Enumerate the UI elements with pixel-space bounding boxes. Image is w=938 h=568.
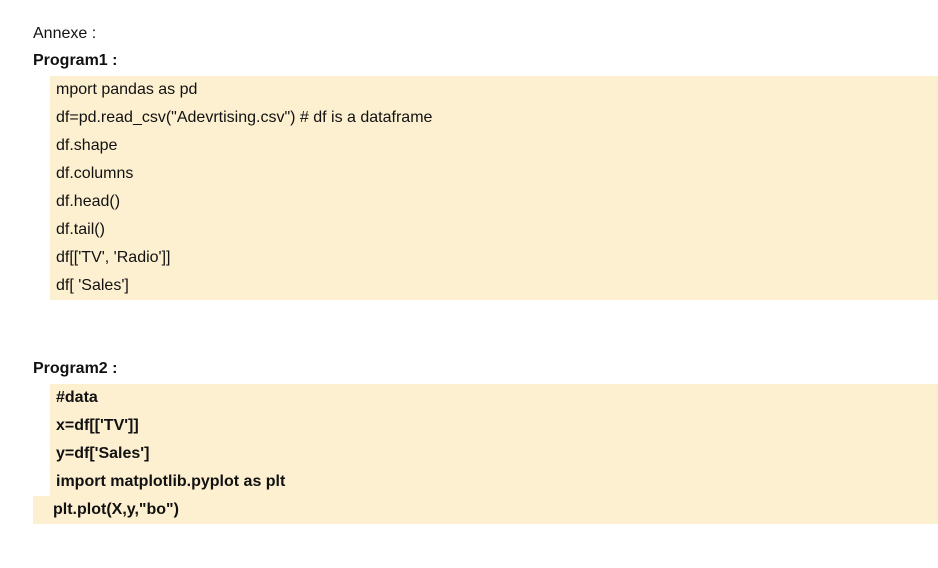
program2-line-3: y=df['Sales'] [56,445,150,462]
program1-line-1: mport pandas as pd [56,81,198,98]
program1-line-5: df.head() [56,193,121,210]
program2-line-4: import matplotlib.pyplot as plt [56,473,286,490]
program2-line-2: x=df[['TV']] [56,417,139,434]
program1-line-7: df[['TV', 'Radio']] [56,249,171,266]
program2-line-1: #data [56,389,98,406]
program2-code-block-last-line: plt.plot(X,y,"bo") [33,496,938,524]
annex-label: Annexe : [33,25,97,42]
program1-line-8: df[ 'Sales'] [56,277,129,294]
program1-line-2: df=pd.read_csv("Adevrtising.csv") # df i… [56,109,433,126]
program1-line-4: df.columns [56,165,134,182]
program2-code-block: #data x=df[['TV']] y=df['Sales'] import … [50,384,938,496]
program1-line-3: df.shape [56,137,118,154]
program2-line-5: plt.plot(X,y,"bo") [53,501,179,518]
program1-line-6: df.tail() [56,221,105,238]
program2-title: Program2 : [33,360,118,377]
program1-title: Program1 : [33,52,118,69]
program1-code-block: mport pandas as pd df=pd.read_csv("Adevr… [50,76,938,300]
